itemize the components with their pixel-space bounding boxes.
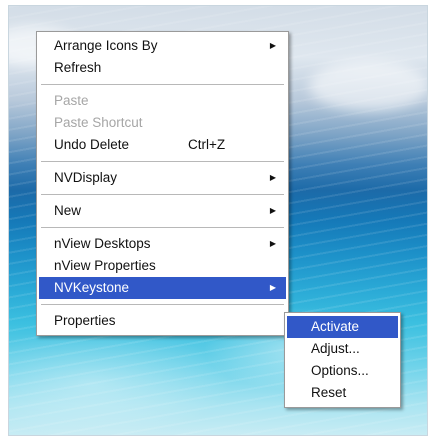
wallpaper-cloud [309, 61, 427, 111]
submenu-arrow-icon: ▶ [269, 283, 276, 292]
menu-item-undo-delete[interactable]: Undo Delete Ctrl+Z [39, 134, 286, 156]
menu-item-label: Activate [311, 319, 360, 334]
menu-separator [41, 84, 284, 85]
menu-item-nview-properties[interactable]: nView Properties [39, 255, 286, 277]
submenu-item-activate[interactable]: Activate [287, 316, 398, 338]
menu-item-label: New [54, 203, 82, 218]
submenu-item-options[interactable]: Options... [287, 360, 398, 382]
menu-separator [41, 161, 284, 162]
desktop-context-menu: Arrange Icons By ▶ Refresh Paste Paste S… [36, 31, 289, 336]
menu-item-paste: Paste [39, 90, 286, 112]
menu-separator [41, 194, 284, 195]
menu-item-label: Adjust... [311, 341, 360, 356]
menu-item-label: Properties [54, 313, 116, 328]
menu-item-label: nView Properties [54, 258, 156, 273]
menu-item-nvkeystone[interactable]: NVKeystone ▶ [39, 277, 286, 299]
menu-item-label: Reset [311, 385, 347, 400]
submenu-arrow-icon: ▶ [269, 173, 276, 182]
menu-separator [41, 304, 284, 305]
menu-item-shortcut: Ctrl+Z [188, 137, 226, 152]
menu-item-label: Options... [311, 363, 369, 378]
menu-item-label: Undo Delete [54, 137, 130, 152]
menu-separator [41, 227, 284, 228]
submenu-item-adjust[interactable]: Adjust... [287, 338, 398, 360]
submenu-arrow-icon: ▶ [269, 41, 276, 50]
menu-item-new[interactable]: New ▶ [39, 200, 286, 222]
submenu-arrow-icon: ▶ [269, 239, 276, 248]
menu-item-nview-desktops[interactable]: nView Desktops ▶ [39, 233, 286, 255]
menu-item-arrange-icons-by[interactable]: Arrange Icons By ▶ [39, 35, 286, 57]
menu-item-label: Paste Shortcut [54, 115, 143, 130]
menu-item-label: Paste [54, 93, 89, 108]
nvkeystone-submenu: Activate Adjust... Options... Reset [284, 312, 401, 408]
menu-item-refresh[interactable]: Refresh [39, 57, 286, 79]
menu-item-label: NVDisplay [54, 170, 118, 185]
menu-item-nvdisplay[interactable]: NVDisplay ▶ [39, 167, 286, 189]
submenu-arrow-icon: ▶ [269, 206, 276, 215]
submenu-item-reset[interactable]: Reset [287, 382, 398, 404]
menu-item-label: NVKeystone [54, 280, 130, 295]
menu-item-paste-shortcut: Paste Shortcut [39, 112, 286, 134]
menu-item-label: Arrange Icons By [54, 38, 158, 53]
menu-item-label: nView Desktops [54, 236, 151, 251]
menu-item-label: Refresh [54, 60, 102, 75]
menu-item-properties[interactable]: Properties [39, 310, 286, 332]
